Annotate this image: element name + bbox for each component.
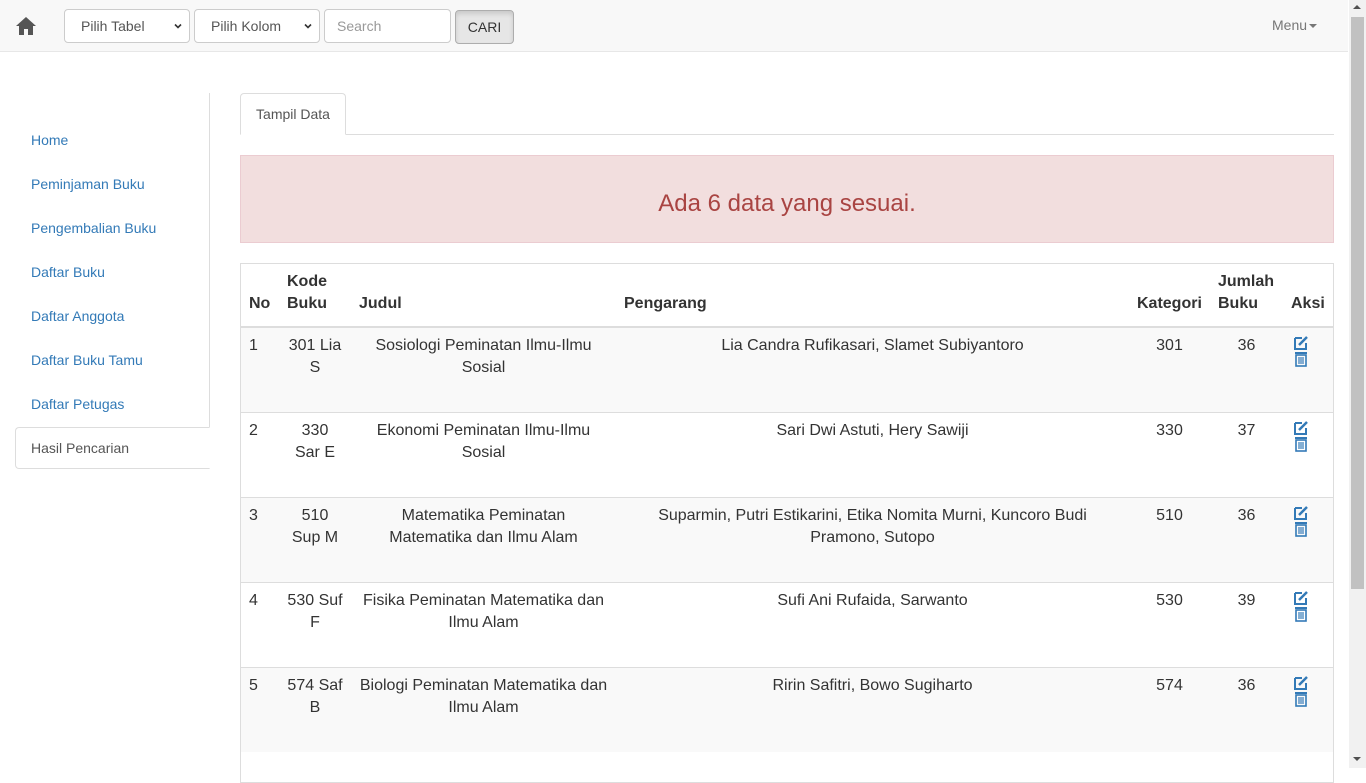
cell-aksi: [1283, 666, 1333, 752]
edit-icon[interactable]: [1293, 505, 1309, 521]
tab-tampil-data[interactable]: Tampil Data: [240, 93, 346, 135]
cell-no: 1: [241, 326, 279, 412]
chevron-down-icon: [174, 23, 182, 29]
header-judul: Judul: [351, 264, 616, 328]
cell-aksi: [1283, 411, 1333, 497]
cell-no: 2: [241, 411, 279, 497]
page-scrollbar[interactable]: [1349, 0, 1366, 768]
cell-kode: 574 Saf B: [279, 666, 351, 752]
header-jumlah-line1: Jumlah: [1218, 273, 1275, 290]
tabs-divider: [240, 134, 1334, 135]
table-row: 4 530 Suf F Fisika Peminatan Matematika …: [241, 581, 1333, 667]
header-kategori: Kategori: [1129, 264, 1210, 328]
search-button[interactable]: CARI: [455, 10, 514, 44]
edit-icon[interactable]: [1293, 590, 1309, 606]
cell-jumlah: 36: [1210, 326, 1283, 412]
trash-icon[interactable]: [1293, 606, 1309, 622]
header-pengarang: Pengarang: [616, 264, 1129, 328]
cell-judul: Biologi Peminatan Matematika dan Ilmu Al…: [351, 666, 616, 752]
select-kolom-value: Pilih Kolom: [211, 18, 282, 34]
scroll-up-icon[interactable]: [1353, 5, 1361, 9]
trash-icon[interactable]: [1293, 691, 1309, 707]
cell-jumlah: 39: [1210, 581, 1283, 667]
sidebar-item-pengembalian[interactable]: Pengembalian Buku: [15, 207, 210, 249]
trash-icon[interactable]: [1293, 351, 1309, 367]
cell-jumlah: 36: [1210, 666, 1283, 752]
cell-aksi: [1283, 496, 1333, 582]
caret-down-icon: [1309, 24, 1318, 29]
edit-icon[interactable]: [1293, 335, 1309, 351]
trash-icon[interactable]: [1293, 436, 1309, 452]
cell-kategori: 330: [1129, 411, 1210, 497]
menu-label: Menu: [1272, 17, 1308, 33]
cell-no: 5: [241, 666, 279, 752]
table-row: 1 301 Lia S Sosiologi Peminatan Ilmu-Ilm…: [241, 326, 1333, 412]
cell-pengarang: Ririn Safitri, Bowo Sugiharto: [616, 666, 1129, 752]
cell-no: 3: [241, 496, 279, 582]
header-no: No: [241, 264, 279, 328]
sidebar-item-daftar-anggota[interactable]: Daftar Anggota: [15, 295, 210, 337]
table-header-row: No Kode Buku Judul Pengarang Kategori Jum…: [241, 264, 1333, 328]
result-alert: Ada 6 data yang sesuai.: [240, 155, 1334, 243]
trash-icon[interactable]: [1293, 521, 1309, 537]
sidebar-item-home[interactable]: Home: [15, 119, 210, 161]
results-table: No Kode Buku Judul Pengarang Kategori Jum…: [240, 263, 1334, 783]
cell-pengarang: Sufi Ani Rufaida, Sarwanto: [616, 581, 1129, 667]
edit-icon[interactable]: [1293, 420, 1309, 436]
scroll-down-icon[interactable]: [1353, 757, 1361, 761]
search-input[interactable]: [324, 9, 451, 43]
cell-pengarang: Sari Dwi Astuti, Hery Sawiji: [616, 411, 1129, 497]
cell-kategori: 510: [1129, 496, 1210, 582]
sidebar-item-peminjaman[interactable]: Peminjaman Buku: [15, 163, 210, 205]
home-icon[interactable]: [12, 12, 40, 40]
cell-judul: Ekonomi Peminatan Ilmu-Ilmu Sosial: [351, 411, 616, 497]
header-jumlah-buku: Jumlah Buku: [1210, 264, 1283, 328]
header-jumlah-line2: Buku: [1218, 295, 1258, 312]
header-kode-line2: Buku: [287, 295, 327, 312]
cell-kode: 301 Lia S: [279, 326, 351, 412]
chevron-down-icon: [304, 23, 312, 29]
cell-no: 4: [241, 581, 279, 667]
sidebar-item-hasil-pencarian[interactable]: Hasil Pencarian: [15, 427, 210, 469]
navbar: Pilih Tabel Pilih Kolom CARI Menu: [0, 0, 1348, 52]
header-kode-buku: Kode Buku: [279, 264, 351, 328]
sidebar-item-daftar-buku[interactable]: Daftar Buku: [15, 251, 210, 293]
select-kolom[interactable]: Pilih Kolom: [194, 9, 320, 43]
table-row: 2 330 Sar E Ekonomi Peminatan Ilmu-Ilmu …: [241, 411, 1333, 497]
cell-pengarang: Lia Candra Rufikasari, Slamet Subiyantor…: [616, 326, 1129, 412]
cell-kategori: 530: [1129, 581, 1210, 667]
header-kode-line1: Kode: [287, 273, 327, 290]
select-tabel[interactable]: Pilih Tabel: [64, 9, 190, 43]
cell-kode: 530 Suf F: [279, 581, 351, 667]
menu-dropdown[interactable]: Menu: [1272, 17, 1318, 33]
cell-kode: 510 Sup M: [279, 496, 351, 582]
cell-jumlah: 37: [1210, 411, 1283, 497]
table-row: 3 510 Sup M Matematika Peminatan Matemat…: [241, 496, 1333, 582]
cell-judul: Sosiologi Peminatan Ilmu-Ilmu Sosial: [351, 326, 616, 412]
cell-aksi: [1283, 581, 1333, 667]
cell-judul: Fisika Peminatan Matematika dan Ilmu Ala…: [351, 581, 616, 667]
sidebar-item-daftar-petugas[interactable]: Daftar Petugas: [15, 383, 210, 425]
cell-aksi: [1283, 326, 1333, 412]
select-tabel-value: Pilih Tabel: [81, 18, 145, 34]
cell-judul: Matematika Peminatan Matematika dan Ilmu…: [351, 496, 616, 582]
table-row: 5 574 Saf B Biologi Peminatan Matematika…: [241, 666, 1333, 752]
cell-pengarang: Suparmin, Putri Estikarini, Etika Nomita…: [616, 496, 1129, 582]
edit-icon[interactable]: [1293, 675, 1309, 691]
header-aksi: Aksi: [1283, 264, 1333, 328]
sidebar-item-daftar-buku-tamu[interactable]: Daftar Buku Tamu: [15, 339, 210, 381]
scrollbar-thumb[interactable]: [1351, 17, 1364, 589]
cell-kategori: 301: [1129, 326, 1210, 412]
cell-kategori: 574: [1129, 666, 1210, 752]
cell-jumlah: 36: [1210, 496, 1283, 582]
cell-kode: 330 Sar E: [279, 411, 351, 497]
